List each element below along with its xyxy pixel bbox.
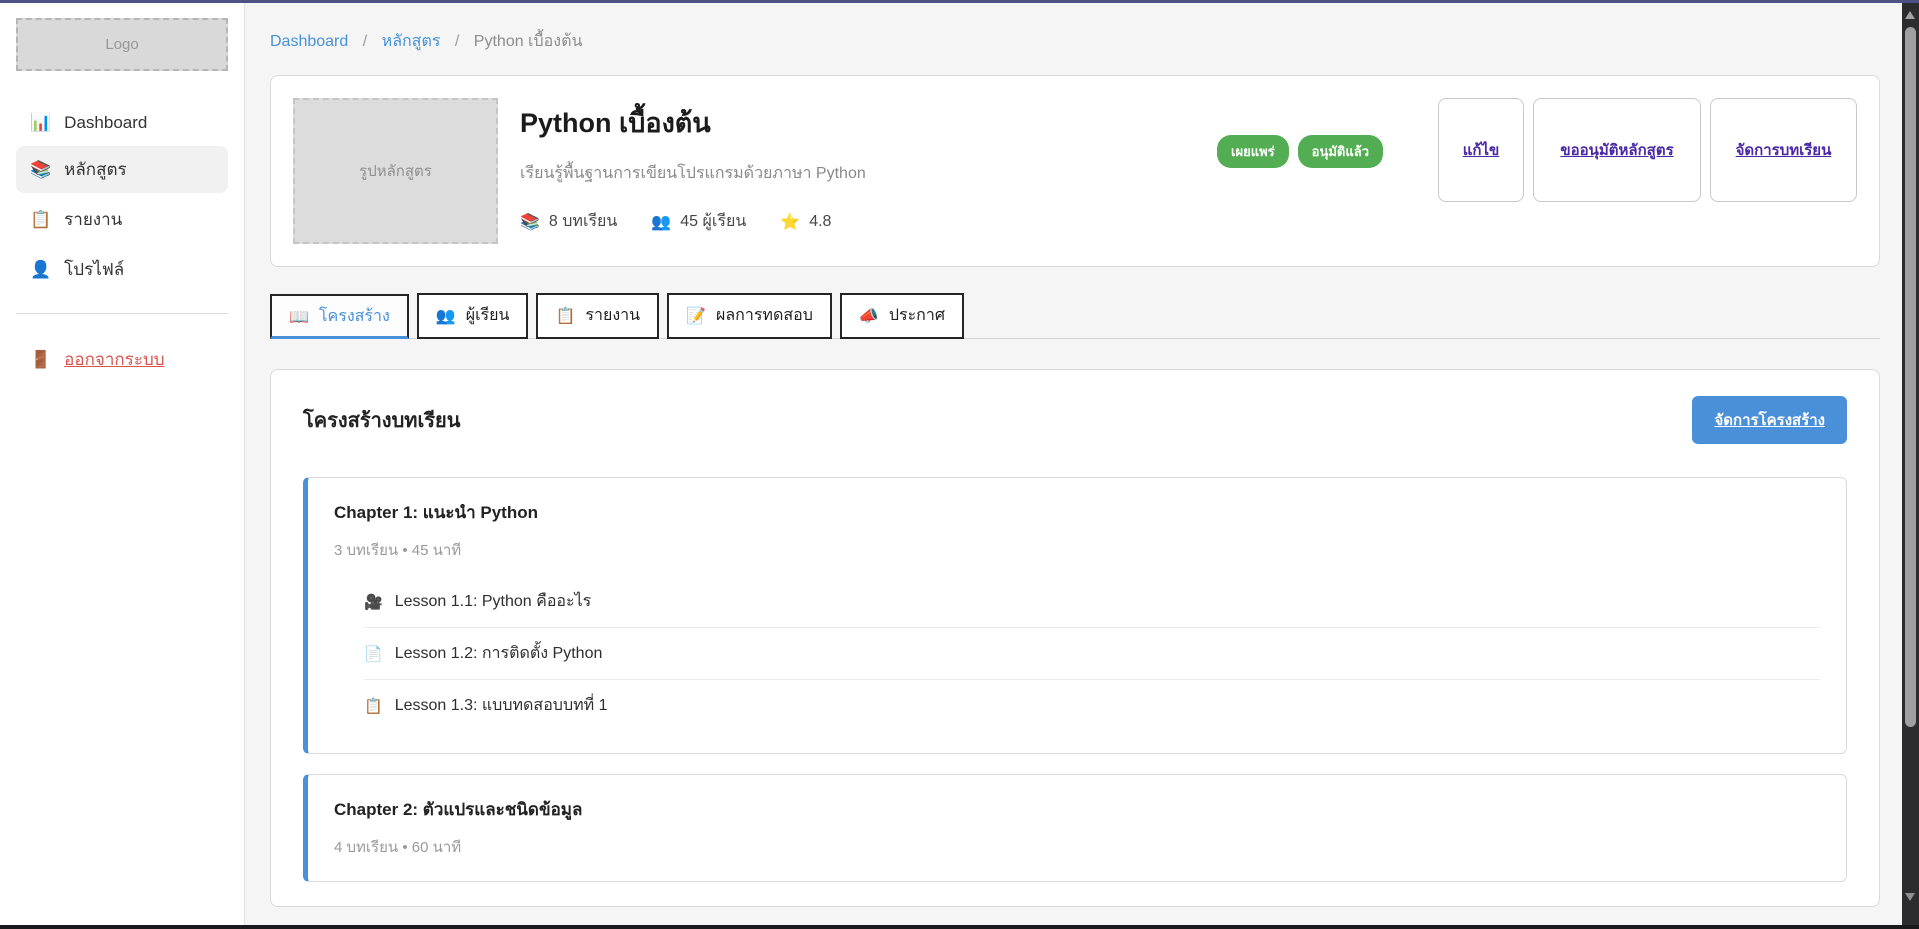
main-content: Dashboard / หลักสูตร / Python เบื้องต้น … [245, 3, 1902, 929]
books-icon: 📚 [30, 160, 51, 180]
scrollbar-up-arrow-icon[interactable] [1905, 11, 1915, 19]
chapter-meta: 3 บทเรียน • 45 นาที [334, 538, 1820, 562]
lessons-count-label: 8 บทเรียน [549, 209, 617, 234]
vertical-scrollbar[interactable] [1902, 3, 1919, 929]
sidebar-item-profile[interactable]: 👤 โปรไฟล์ [16, 246, 228, 293]
tab-label: ผลการทดสอบ [716, 303, 813, 328]
request-approval-link[interactable]: ขออนุมัติหลักสูตร [1560, 138, 1673, 162]
course-header-right: เผยแพร่ อนุมัติแล้ว แก้ไข ขออนุมัติหลักส… [1217, 98, 1857, 244]
open-book-icon: 📖 [289, 307, 309, 327]
lesson-row[interactable]: 📄 Lesson 1.2: การติดตั้ง Python [364, 628, 1820, 680]
approved-badge: อนุมัติแล้ว [1298, 135, 1383, 168]
sidebar-item-reports[interactable]: 📋 รายงาน [16, 196, 228, 243]
manage-lessons-link[interactable]: จัดการบทเรียน [1736, 138, 1832, 162]
sidebar-item-dashboard[interactable]: 📊 Dashboard [16, 103, 228, 143]
lesson-row[interactable]: 🎥 Lesson 1.1: Python คืออะไร [364, 576, 1820, 628]
sidebar-item-label: โปรไฟล์ [64, 256, 124, 283]
door-icon: 🚪 [30, 350, 51, 370]
people-icon: 👥 [651, 212, 671, 232]
logout-label: ออกจากระบบ [64, 346, 164, 373]
breadcrumb-link-courses[interactable]: หลักสูตร [382, 33, 441, 50]
breadcrumb-separator: / [455, 33, 459, 50]
sidebar: Logo 📊 Dashboard 📚 หลักสูตร 📋 รายงาน 👤 โ… [0, 3, 245, 929]
tab-structure[interactable]: 📖 โครงสร้าง [270, 294, 409, 339]
sidebar-item-label: รายงาน [64, 206, 122, 233]
breadcrumb: Dashboard / หลักสูตร / Python เบื้องต้น [270, 29, 1880, 54]
manage-lessons-button[interactable]: จัดการบทเรียน [1710, 98, 1857, 202]
books-icon: 📚 [520, 212, 540, 232]
rating-stat: ⭐ 4.8 [780, 209, 831, 234]
status-badges: เผยแพร่ อนุมัติแล้ว [1217, 135, 1383, 168]
sidebar-divider [16, 313, 228, 314]
memo-icon: 📝 [686, 306, 706, 326]
lesson-title: Lesson 1.1: Python คืออะไร [395, 589, 592, 614]
app-root: Logo 📊 Dashboard 📚 หลักสูตร 📋 รายงาน 👤 โ… [0, 3, 1919, 929]
tab-label: โครงสร้าง [319, 304, 390, 329]
chapter-title: Chapter 2: ตัวแปรและชนิดข้อมูล [334, 796, 1820, 823]
sidebar-item-courses[interactable]: 📚 หลักสูตร [16, 146, 228, 193]
clipboard-icon: 📋 [30, 210, 51, 230]
structure-card: โครงสร้างบทเรียน จัดการโครงสร้าง Chapter… [270, 369, 1880, 907]
edit-course-button[interactable]: แก้ไข [1438, 98, 1524, 202]
scrollbar-down-arrow-icon[interactable] [1905, 893, 1915, 901]
scrollbar-thumb[interactable] [1905, 27, 1916, 727]
lesson-row[interactable]: 📋 Lesson 1.3: แบบทดสอบบทที่ 1 [364, 680, 1820, 731]
tab-reports[interactable]: 📋 รายงาน [536, 293, 659, 339]
structure-header: โครงสร้างบทเรียน จัดการโครงสร้าง [303, 396, 1847, 444]
lessons-count-stat: 📚 8 บทเรียน [520, 209, 617, 234]
course-image-placeholder: รูปหลักสูตร [293, 98, 498, 244]
chapter-meta: 4 บทเรียน • 60 นาที [334, 835, 1820, 859]
lesson-title: Lesson 1.2: การติดตั้ง Python [395, 641, 603, 666]
edit-course-link[interactable]: แก้ไข [1463, 138, 1500, 162]
request-approval-button[interactable]: ขออนุมัติหลักสูตร [1533, 98, 1701, 202]
clipboard-icon: 📋 [555, 306, 575, 326]
star-icon: ⭐ [780, 212, 800, 232]
tab-test-results[interactable]: 📝 ผลการทดสอบ [667, 293, 832, 339]
chapter-card-2: Chapter 2: ตัวแปรและชนิดข้อมูล 4 บทเรียน… [303, 774, 1847, 882]
sidebar-item-label: หลักสูตร [64, 156, 126, 183]
sidebar-nav: 📊 Dashboard 📚 หลักสูตร 📋 รายงาน 👤 โปรไฟล… [16, 103, 228, 293]
breadcrumb-link-dashboard[interactable]: Dashboard [270, 33, 348, 50]
published-badge: เผยแพร่ [1217, 135, 1289, 168]
window-bottom-edge [0, 925, 1919, 929]
tab-label: ประกาศ [889, 303, 945, 328]
person-icon: 👤 [30, 260, 51, 280]
course-stats: 📚 8 บทเรียน 👥 45 ผู้เรียน ⭐ 4.8 [520, 209, 1217, 234]
lesson-title: Lesson 1.3: แบบทดสอบบทที่ 1 [395, 693, 608, 718]
document-icon: 📄 [364, 645, 383, 663]
course-title: Python เบื้องต้น [520, 101, 1217, 144]
logout-link[interactable]: 🚪 ออกจากระบบ [16, 336, 228, 383]
sidebar-item-label: Dashboard [64, 113, 147, 133]
clipboard-icon: 📋 [364, 697, 383, 715]
tab-announcements[interactable]: 📣 ประกาศ [840, 293, 964, 339]
course-info: Python เบื้องต้น เรียนรู้พื้นฐานการเขียน… [520, 98, 1217, 244]
course-tabs: 📖 โครงสร้าง 👥 ผู้เรียน 📋 รายงาน 📝 ผลการท… [270, 293, 1880, 339]
tab-label: ผู้เรียน [466, 303, 510, 328]
students-count-stat: 👥 45 ผู้เรียน [651, 209, 746, 234]
structure-heading: โครงสร้างบทเรียน [303, 404, 460, 436]
lesson-list: 🎥 Lesson 1.1: Python คืออะไร 📄 Lesson 1.… [364, 576, 1820, 731]
rating-value: 4.8 [809, 213, 831, 231]
tab-students[interactable]: 👥 ผู้เรียน [417, 293, 529, 339]
megaphone-icon: 📣 [859, 306, 879, 326]
breadcrumb-current: Python เบื้องต้น [474, 33, 583, 50]
chapter-title: Chapter 1: แนะนำ Python [334, 499, 1820, 526]
breadcrumb-separator: / [363, 33, 367, 50]
course-description: เรียนรู้พื้นฐานการเขียนโปรแกรมด้วยภาษา P… [520, 161, 1217, 186]
course-header-card: รูปหลักสูตร Python เบื้องต้น เรียนรู้พื้… [270, 75, 1880, 267]
people-icon: 👥 [436, 306, 456, 326]
students-count-label: 45 ผู้เรียน [680, 209, 746, 234]
manage-structure-button[interactable]: จัดการโครงสร้าง [1692, 396, 1847, 444]
video-camera-icon: 🎥 [364, 593, 383, 611]
logo-placeholder: Logo [16, 18, 228, 71]
bar-chart-icon: 📊 [30, 113, 51, 133]
tab-label: รายงาน [585, 303, 640, 328]
chapter-card-1: Chapter 1: แนะนำ Python 3 บทเรียน • 45 น… [303, 477, 1847, 754]
